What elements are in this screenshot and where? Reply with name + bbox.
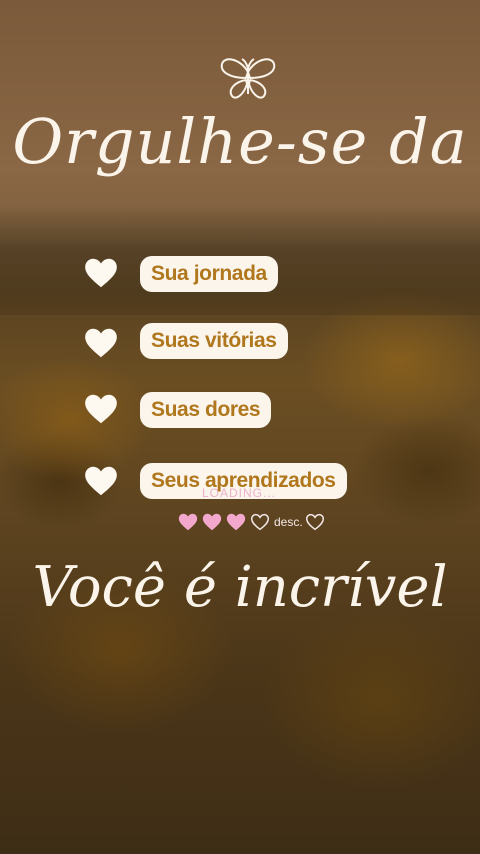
list-item: Sua jornada — [0, 250, 480, 300]
list-item: Seus aprendizados — [0, 458, 480, 508]
loading-hearts: desc. — [176, 508, 327, 536]
heart-icon — [85, 258, 117, 288]
item-pill: Sua jornada — [140, 256, 278, 292]
list-item: Suas dores — [0, 386, 480, 436]
butterfly-icon — [220, 58, 276, 99]
heart-icon — [85, 328, 117, 358]
heart-filled-icon — [178, 513, 198, 531]
loading-desc: desc. — [274, 515, 303, 529]
list-item: Suas vitórias — [0, 318, 480, 368]
page-title: Orgulhe-se da — [12, 105, 468, 178]
item-pill: Suas vitórias — [140, 323, 288, 359]
heart-outline-icon — [251, 513, 269, 531]
heart-icon — [85, 466, 117, 496]
heart-filled-icon — [226, 513, 246, 531]
subtitle: Você é incrível — [32, 555, 448, 620]
loading-text: LOADING... — [202, 486, 277, 500]
heart-filled-icon — [202, 513, 222, 531]
heart-outline-icon — [305, 513, 324, 531]
item-pill: Suas dores — [140, 392, 272, 428]
heart-icon — [85, 394, 117, 424]
